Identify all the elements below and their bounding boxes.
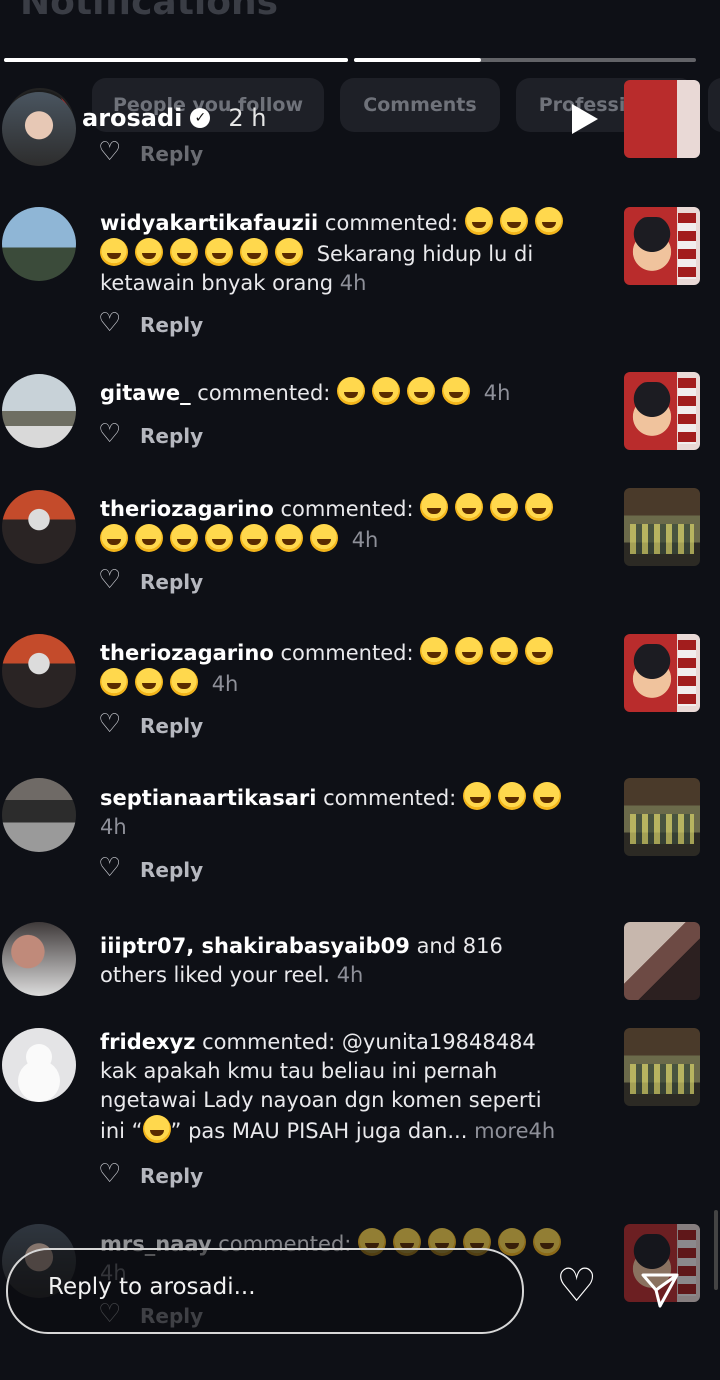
- post-thumbnail[interactable]: [624, 634, 700, 712]
- verified-badge-icon: ✓: [190, 108, 211, 128]
- username[interactable]: iiiptr07, shakirabasyaib09: [100, 934, 410, 958]
- list-item: widyakartikafauzii commented: Sekarang h…: [0, 205, 720, 350]
- timestamp: 4h: [339, 271, 367, 295]
- heart-icon[interactable]: [98, 709, 121, 739]
- heart-icon[interactable]: [98, 1159, 121, 1189]
- username[interactable]: widyakartikafauzii: [100, 211, 318, 235]
- avatar[interactable]: [2, 374, 76, 448]
- reply-button[interactable]: Reply: [98, 308, 203, 338]
- avatar[interactable]: [2, 922, 76, 996]
- list-item: Reply: [0, 80, 720, 170]
- reply-button[interactable]: Reply: [98, 853, 203, 883]
- username[interactable]: septianaartikasari: [100, 786, 316, 810]
- list-item: gitawe_ commented: 4h Reply: [0, 372, 720, 472]
- filter-comments[interactable]: Comments: [340, 78, 500, 132]
- avatar[interactable]: [2, 92, 76, 166]
- avatar[interactable]: [2, 207, 76, 281]
- heart-icon[interactable]: [98, 137, 121, 167]
- story-progress-1: [4, 58, 348, 62]
- notification-text: widyakartikafauzii commented: Sekarang h…: [100, 207, 570, 298]
- notification-text: iiiptr07, shakirabasyaib09 and 816 other…: [100, 934, 503, 987]
- post-thumbnail[interactable]: [624, 372, 700, 450]
- avatar[interactable]: [2, 778, 76, 852]
- post-thumbnail[interactable]: [624, 1028, 700, 1106]
- timestamp: 4h: [483, 381, 511, 405]
- story-time: 2 h: [228, 104, 267, 132]
- play-icon[interactable]: [572, 104, 598, 134]
- notifications-title: Notifications: [20, 0, 279, 23]
- timestamp: 4h: [211, 672, 239, 696]
- avatar[interactable]: [2, 1028, 76, 1102]
- post-thumbnail[interactable]: [624, 207, 700, 285]
- post-thumbnail[interactable]: [624, 922, 700, 1000]
- story-header[interactable]: arosadi ✓ 2 h: [82, 104, 267, 132]
- timestamp: 4h: [351, 528, 379, 552]
- username[interactable]: theriozagarino: [100, 641, 274, 665]
- heart-icon[interactable]: [98, 853, 121, 883]
- timestamp: 4h: [336, 963, 364, 987]
- comment-text: Sekarang hidup lu di ketawain bnyak oran…: [100, 242, 534, 295]
- username[interactable]: theriozagarino: [100, 497, 274, 521]
- timestamp: 4h: [528, 1119, 556, 1143]
- story-username[interactable]: arosadi: [82, 104, 182, 132]
- more-link[interactable]: more: [474, 1119, 528, 1143]
- heart-icon[interactable]: [98, 419, 121, 449]
- filter-more[interactable]: [708, 78, 720, 132]
- post-thumbnail[interactable]: [624, 778, 700, 856]
- avatar[interactable]: [2, 490, 76, 564]
- list-item: fridexyz commented: @yunita19848484 kak …: [0, 1028, 720, 1198]
- list-item: theriozagarino commented: 4h Reply: [0, 634, 720, 754]
- scrollbar[interactable]: [714, 1210, 718, 1290]
- timestamp: 4h: [100, 815, 127, 839]
- notification-text: theriozagarino commented: 4h: [100, 637, 570, 699]
- username[interactable]: gitawe_: [100, 381, 191, 405]
- heart-icon[interactable]: ♡: [556, 1262, 597, 1308]
- reply-input[interactable]: Reply to arosadi...: [6, 1248, 524, 1334]
- list-item: theriozagarino commented: 4h Reply: [0, 488, 720, 610]
- reply-button[interactable]: Reply: [98, 419, 203, 449]
- send-icon[interactable]: [640, 1270, 680, 1310]
- reply-button[interactable]: Reply: [98, 1159, 203, 1189]
- list-item: iiiptr07, shakirabasyaib09 and 816 other…: [0, 922, 720, 1012]
- notification-text: gitawe_ commented: 4h: [100, 377, 570, 408]
- reply-placeholder: Reply to arosadi...: [48, 1274, 256, 1300]
- post-thumbnail[interactable]: [624, 488, 700, 566]
- avatar[interactable]: [2, 634, 76, 708]
- reply-button[interactable]: Reply: [98, 137, 203, 167]
- heart-icon[interactable]: [98, 308, 121, 338]
- reply-button[interactable]: Reply: [98, 565, 203, 595]
- heart-icon[interactable]: [98, 565, 121, 595]
- story-frame: Notifications People you follow Comments…: [0, 0, 720, 1380]
- tears-of-joy-emoji-icon: [464, 207, 493, 235]
- notification-text: septianaartikasari commented: 4h: [100, 782, 570, 842]
- notification-text: theriozagarino commented: 4h: [100, 493, 570, 555]
- story-progress-2: [354, 58, 696, 62]
- post-thumbnail[interactable]: [624, 80, 700, 158]
- list-item: septianaartikasari commented: 4h Reply: [0, 778, 720, 898]
- reply-button[interactable]: Reply: [98, 709, 203, 739]
- username[interactable]: fridexyz: [100, 1030, 195, 1054]
- notification-text: fridexyz commented: @yunita19848484 kak …: [100, 1030, 556, 1143]
